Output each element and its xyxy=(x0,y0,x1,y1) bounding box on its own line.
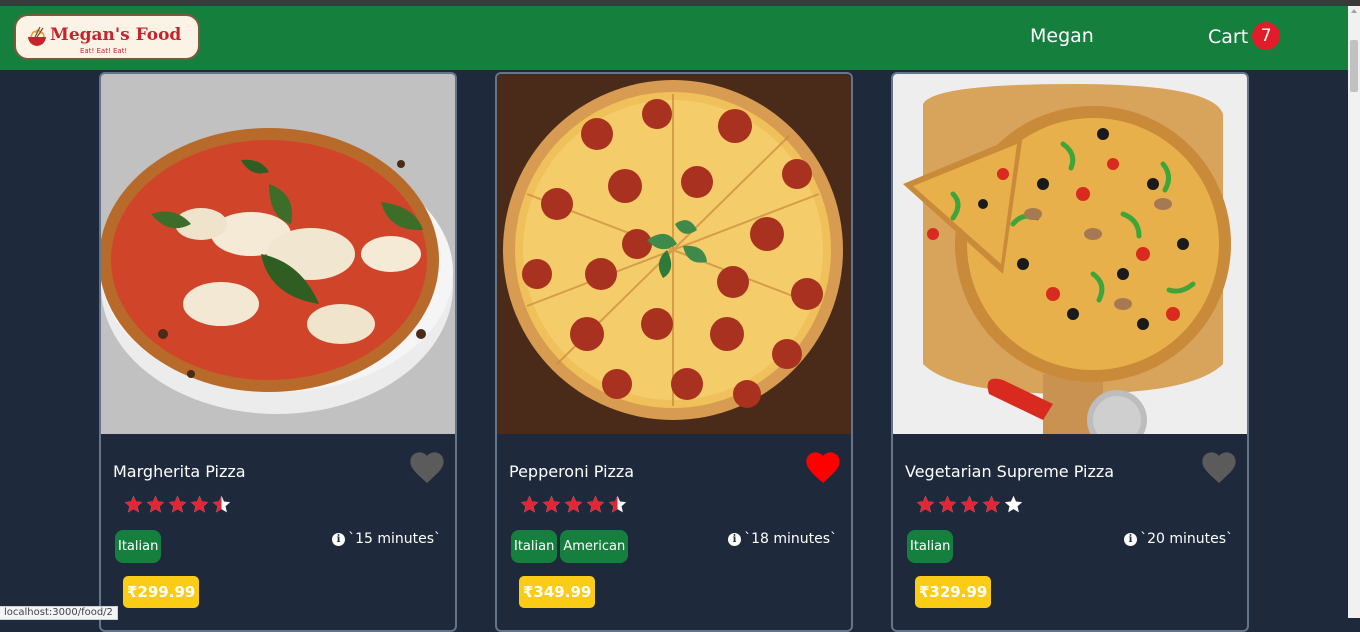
navbar: Megan's Food Eat! Eat! Eat! Megan Cart 7 xyxy=(0,6,1348,70)
price-badge: ₹299.99 xyxy=(123,576,200,608)
tag-list: Italian xyxy=(115,530,162,563)
cart-count-badge: 7 xyxy=(1252,22,1281,50)
food-name: Margherita Pizza xyxy=(113,462,246,481)
logo-tagline: Eat! Eat! Eat! xyxy=(80,47,128,55)
nav-cart-link[interactable]: Cart 7 xyxy=(1208,22,1281,50)
cook-time: i `15 minutes` xyxy=(332,531,441,547)
cook-time-text: `18 minutes` xyxy=(744,531,837,547)
nav-user-link[interactable]: Megan xyxy=(1030,25,1094,47)
margherita-pizza-image xyxy=(101,74,455,434)
rating-stars xyxy=(123,494,232,515)
food-name: Pepperoni Pizza xyxy=(509,462,635,481)
logo[interactable]: Megan's Food Eat! Eat! Eat! xyxy=(14,14,200,60)
price-badge: ₹349.99 xyxy=(519,576,596,608)
cook-time-text: `15 minutes` xyxy=(348,531,441,547)
tag-italian[interactable]: Italian xyxy=(115,530,162,563)
star-icon xyxy=(982,495,1001,513)
food-card[interactable]: Pepperoni Pizza Italian American i `18 mi… xyxy=(495,72,853,632)
food-image[interactable] xyxy=(497,74,851,434)
price-badge: ₹329.99 xyxy=(915,576,992,608)
heart-icon[interactable] xyxy=(407,448,447,488)
star-icon xyxy=(542,495,561,513)
info-icon: i xyxy=(332,532,346,546)
star-icon xyxy=(586,495,605,513)
scroll-up-arrow-icon[interactable] xyxy=(1351,9,1357,13)
page-scrollbar[interactable] xyxy=(1348,6,1360,618)
tag-italian[interactable]: Italian xyxy=(511,530,558,563)
star-icon xyxy=(520,495,539,513)
scrollbar-thumb[interactable] xyxy=(1350,40,1358,92)
vegetarian-pizza-image xyxy=(893,74,1247,434)
noodle-bowl-icon xyxy=(28,26,46,46)
star-icon xyxy=(212,495,231,513)
rating-stars xyxy=(915,494,1024,515)
cook-time-text: `20 minutes` xyxy=(1140,531,1233,547)
cook-time: i `18 minutes` xyxy=(728,531,837,547)
star-icon xyxy=(146,495,165,513)
star-icon xyxy=(168,495,187,513)
food-image[interactable] xyxy=(101,74,455,434)
tag-list: Italian xyxy=(907,530,954,563)
cart-label: Cart xyxy=(1208,26,1249,48)
star-icon xyxy=(190,495,209,513)
star-icon xyxy=(938,495,957,513)
heart-icon[interactable] xyxy=(1199,448,1239,488)
star-icon xyxy=(916,495,935,513)
info-icon: i xyxy=(1124,532,1138,546)
rating-stars xyxy=(519,494,628,515)
logo-title: Megan's Food xyxy=(50,25,182,45)
cook-time: i `20 minutes` xyxy=(1124,531,1233,547)
star-icon xyxy=(608,495,627,513)
food-card[interactable]: Vegetarian Supreme Pizza Italian i `20 m… xyxy=(891,72,1249,632)
tag-list: Italian American xyxy=(511,530,629,563)
food-card[interactable]: Margherita Pizza Italian i `15 minutes` … xyxy=(99,72,457,632)
info-icon: i xyxy=(728,532,742,546)
star-icon xyxy=(124,495,143,513)
pepperoni-pizza-image xyxy=(497,74,851,434)
star-icon xyxy=(960,495,979,513)
star-icon xyxy=(1004,495,1023,513)
tag-italian[interactable]: Italian xyxy=(907,530,954,563)
food-image[interactable] xyxy=(893,74,1247,434)
star-icon xyxy=(564,495,583,513)
food-name: Vegetarian Supreme Pizza xyxy=(905,462,1115,481)
heart-icon[interactable] xyxy=(803,448,843,488)
tag-american[interactable]: American xyxy=(560,530,629,563)
